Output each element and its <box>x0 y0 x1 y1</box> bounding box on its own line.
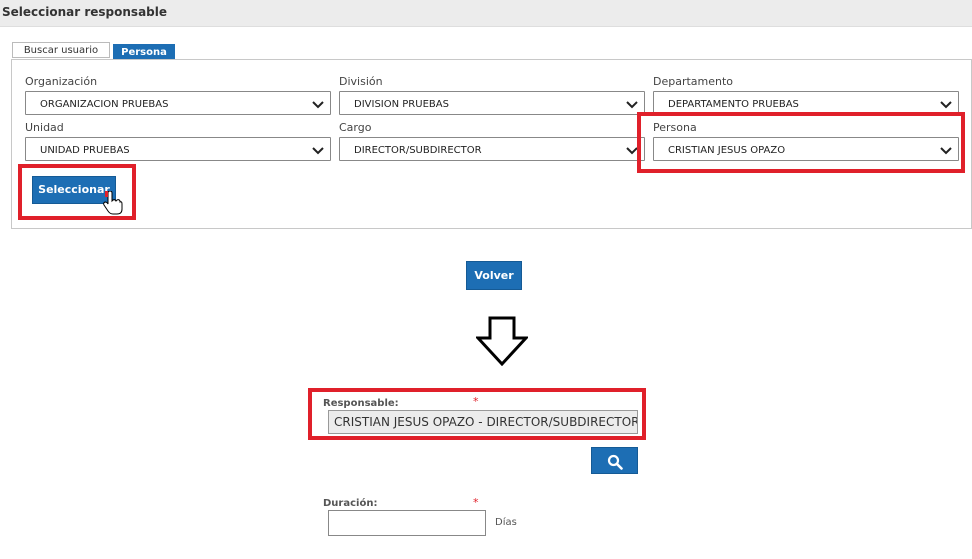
search-button[interactable] <box>591 447 638 474</box>
duracion-input[interactable] <box>328 510 486 536</box>
unidad-label: Unidad <box>25 121 64 134</box>
persona-highlight-box <box>637 112 965 173</box>
seleccionar-highlight-box <box>18 164 136 220</box>
unidad-value: UNIDAD PRUEBAS <box>40 145 130 156</box>
volver-button[interactable]: Volver <box>466 261 522 290</box>
duracion-required-mark: * <box>473 496 479 509</box>
unidad-select[interactable]: UNIDAD PRUEBAS <box>25 137 331 161</box>
departamento-value: DEPARTAMENTO PRUEBAS <box>668 99 799 110</box>
dialog-title: Seleccionar responsable <box>2 5 168 19</box>
duracion-label: Duración: <box>323 498 378 509</box>
division-value: DIVISION PRUEBAS <box>354 99 449 110</box>
division-select[interactable]: DIVISION PRUEBAS <box>339 91 645 115</box>
organizacion-select[interactable]: ORGANIZACION PRUEBAS <box>25 91 331 115</box>
duracion-unit: Días <box>495 517 517 528</box>
dialog-titlebar: Seleccionar responsable <box>0 0 972 27</box>
chevron-down-icon <box>312 147 324 155</box>
division-label: División <box>339 75 383 88</box>
cargo-value: DIRECTOR/SUBDIRECTOR <box>354 145 482 156</box>
search-icon <box>607 454 623 470</box>
tab-buscar-usuario[interactable]: Buscar usuario <box>12 42 110 58</box>
chevron-down-icon <box>312 101 324 109</box>
departamento-label: Departamento <box>653 75 734 88</box>
organizacion-label: Organización <box>25 75 98 88</box>
cargo-select[interactable]: DIRECTOR/SUBDIRECTOR <box>339 137 645 161</box>
responsable-highlight-box <box>308 388 646 440</box>
organizacion-value: ORGANIZACION PRUEBAS <box>40 99 169 110</box>
chevron-down-icon <box>626 101 638 109</box>
cargo-label: Cargo <box>339 121 372 134</box>
chevron-down-icon <box>940 101 952 109</box>
tab-persona[interactable]: Persona <box>113 44 175 59</box>
down-arrow-icon <box>476 316 528 366</box>
